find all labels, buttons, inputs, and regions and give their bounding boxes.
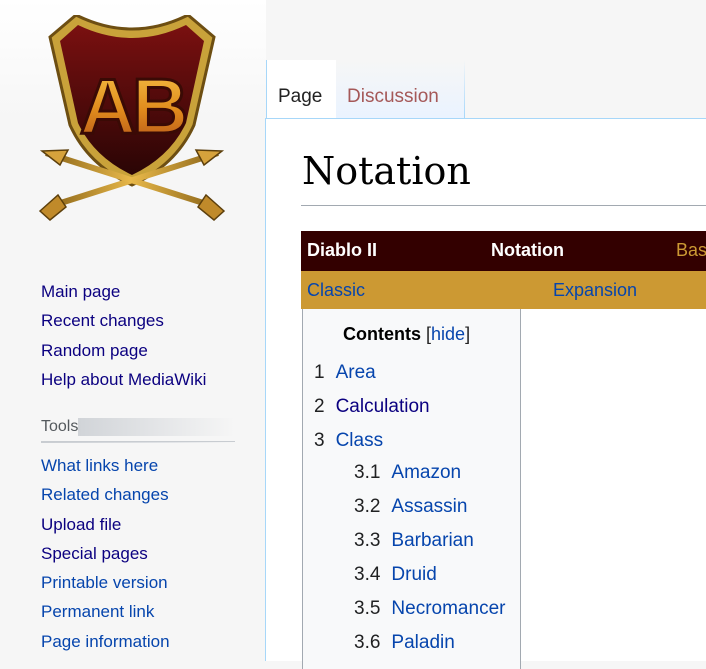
navbox-game-label: Diablo II bbox=[307, 240, 378, 260]
toc-number: 3.6 bbox=[354, 632, 381, 653]
page-title: Notation bbox=[302, 149, 471, 193]
tools-menu: What links here Related changes Upload f… bbox=[41, 451, 170, 656]
tools-link[interactable]: Upload file bbox=[41, 515, 121, 534]
toc-link[interactable]: Class bbox=[336, 430, 384, 451]
toc-number: 1 bbox=[314, 362, 325, 383]
toc-link[interactable]: Area bbox=[336, 362, 376, 383]
toc-entry[interactable]: 3.4 Druid bbox=[354, 564, 437, 586]
nav-item-help[interactable]: Help about MediaWiki bbox=[41, 365, 206, 394]
tools-item-permanent-link[interactable]: Permanent link bbox=[41, 597, 170, 626]
tools-link[interactable]: Special pages bbox=[41, 544, 148, 563]
tools-link[interactable]: Permanent link bbox=[41, 602, 154, 621]
nav-link[interactable]: Recent changes bbox=[41, 311, 164, 330]
tools-item-printable-version[interactable]: Printable version bbox=[41, 568, 170, 597]
tools-item-related-changes[interactable]: Related changes bbox=[41, 480, 170, 509]
toc-number: 3.5 bbox=[354, 598, 381, 619]
svg-text:AB: AB bbox=[80, 62, 185, 150]
nav-item-main-page[interactable]: Main page bbox=[41, 277, 206, 306]
navigation-menu: Main page Recent changes Random page Hel… bbox=[41, 277, 206, 394]
toc-entry[interactable]: 1 Area bbox=[314, 362, 376, 384]
toc-link[interactable]: Calculation bbox=[336, 396, 430, 417]
tools-item-page-information[interactable]: Page information bbox=[41, 627, 170, 656]
toc-number: 3.1 bbox=[354, 462, 381, 483]
toc-entry[interactable]: 3.2 Assassin bbox=[354, 496, 467, 518]
toc-link[interactable]: Barbarian bbox=[391, 530, 473, 551]
tools-item-what-links-here[interactable]: What links here bbox=[41, 451, 170, 480]
toc-entry[interactable]: 3 Class bbox=[314, 430, 383, 452]
toc-bracket: ] bbox=[465, 324, 471, 344]
content-area: Notation Diablo II Notation Bas Classic … bbox=[265, 118, 706, 669]
toc-hide-toggle[interactable]: hide bbox=[431, 324, 465, 344]
tab-discussion[interactable]: Discussion bbox=[336, 60, 465, 118]
toc-entry[interactable]: 3.3 Barbarian bbox=[354, 530, 474, 552]
navbox-link-classic[interactable]: Classic bbox=[307, 280, 365, 301]
table-of-contents: Contents [hide] 1 Area 2 Calculation 3 Clas… bbox=[302, 309, 521, 669]
toc-number: 2 bbox=[314, 396, 325, 417]
divider bbox=[41, 442, 235, 443]
navbox-header-row: Diablo II Notation Bas bbox=[301, 231, 706, 271]
toc-heading: Contents bbox=[343, 324, 421, 344]
toc-number: 3 bbox=[314, 430, 325, 451]
nav-link[interactable]: Main page bbox=[41, 282, 120, 301]
tools-link[interactable]: Related changes bbox=[41, 485, 169, 504]
navbox-link-expansion[interactable]: Expansion bbox=[553, 280, 637, 301]
tools-heading: Tools bbox=[41, 418, 235, 442]
toc-link[interactable]: Amazon bbox=[391, 462, 461, 483]
toc-number: 3.2 bbox=[354, 496, 381, 517]
toc-title: Contents [hide] bbox=[343, 324, 470, 345]
logo-shield-icon: AB bbox=[38, 13, 226, 221]
toc-entry[interactable]: 3.6 Paladin bbox=[354, 632, 455, 654]
nav-item-random-page[interactable]: Random page bbox=[41, 336, 206, 365]
tools-link[interactable]: What links here bbox=[41, 456, 158, 475]
toc-entry[interactable]: 2 Calculation bbox=[314, 396, 430, 418]
nav-link[interactable]: Random page bbox=[41, 341, 148, 360]
tools-link[interactable]: Printable version bbox=[41, 573, 168, 592]
title-divider bbox=[301, 205, 706, 206]
tools-link[interactable]: Page information bbox=[41, 632, 170, 651]
tools-item-upload-file[interactable]: Upload file bbox=[41, 510, 170, 539]
navbox-link-bas[interactable]: Bas bbox=[676, 240, 706, 261]
toc-entry[interactable]: 3.5 Necromancer bbox=[354, 598, 505, 620]
navbox-version-row: Classic Expansion bbox=[301, 271, 706, 309]
toc-number: 3.3 bbox=[354, 530, 381, 551]
nav-item-recent-changes[interactable]: Recent changes bbox=[41, 306, 206, 335]
tools-item-special-pages[interactable]: Special pages bbox=[41, 539, 170, 568]
toc-link[interactable]: Paladin bbox=[391, 632, 454, 653]
toc-entry[interactable]: 3.1 Amazon bbox=[354, 462, 461, 484]
navbox-current-label: Notation bbox=[491, 240, 564, 260]
toc-link[interactable]: Assassin bbox=[391, 496, 467, 517]
toc-link[interactable]: Druid bbox=[391, 564, 436, 585]
toc-number: 3.4 bbox=[354, 564, 381, 585]
nav-link[interactable]: Help about MediaWiki bbox=[41, 370, 206, 389]
wiki-logo[interactable]: AB bbox=[36, 13, 228, 225]
toc-link[interactable]: Necromancer bbox=[391, 598, 505, 619]
